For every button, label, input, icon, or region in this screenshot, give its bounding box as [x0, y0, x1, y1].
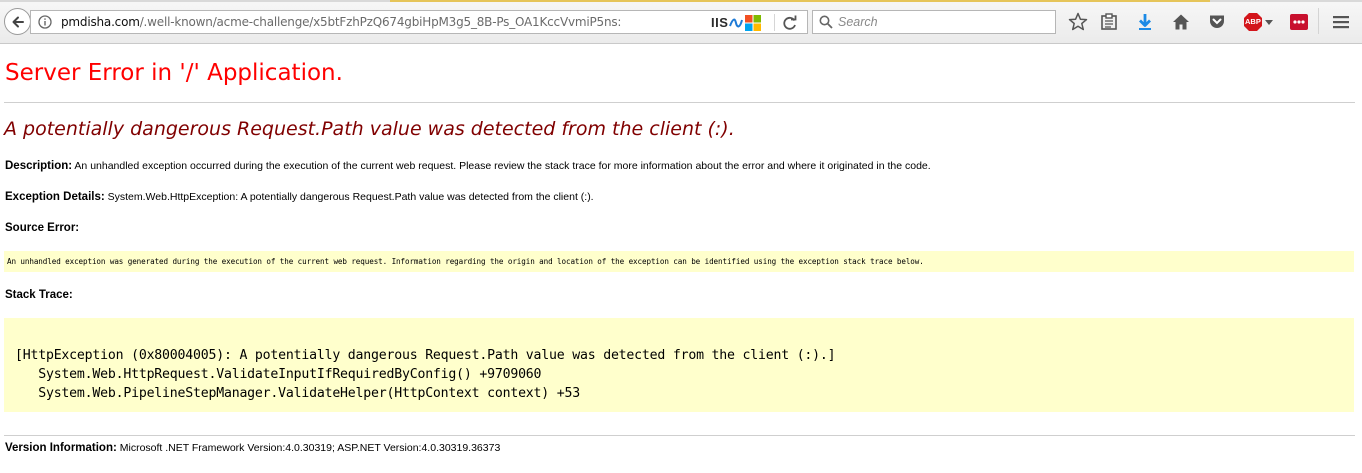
url-host: pmdisha.com [61, 15, 140, 29]
aspnet-wave-icon [729, 18, 744, 27]
stack-line: System.Web.HttpRequest.ValidateInputIfRe… [15, 367, 542, 382]
source-error-box: An unhandled exception was generated dur… [4, 251, 1354, 272]
adblock-plus-button[interactable]: ABP [1243, 12, 1273, 32]
iis-badge-text: IIS [711, 15, 729, 30]
title-divider [4, 102, 1355, 103]
version-paragraph: Version Information: Microsoft .NET Fram… [5, 442, 500, 454]
adblock-plus-label: ABP [1245, 17, 1261, 26]
site-info-icon[interactable] [38, 15, 52, 29]
home-icon[interactable] [1170, 11, 1192, 33]
version-text: Microsoft .NET Framework Version:4.0.303… [116, 442, 501, 454]
search-placeholder: Search [838, 15, 878, 29]
stack-line: [HttpException (0x80004005): A potential… [15, 348, 836, 363]
windows-logo-icon [745, 14, 762, 31]
description-label: Description: [5, 160, 73, 172]
back-arrow-icon [12, 16, 24, 27]
footer-divider [4, 435, 1355, 436]
iis-server-badge: IIS [711, 14, 762, 31]
url-text[interactable]: pmdisha.com/.well-known/acme-challenge/x… [61, 15, 621, 29]
description-text: An unhandled exception occurred during t… [72, 160, 931, 172]
exception-label: Exception Details: [5, 191, 105, 203]
url-bar-separator [774, 14, 775, 31]
browser-toolbar: pmdisha.com/.well-known/acme-challenge/x… [0, 0, 1362, 44]
source-error-heading: Source Error: [5, 222, 80, 234]
reading-list-icon[interactable] [1098, 11, 1120, 33]
search-icon [819, 15, 833, 29]
back-button[interactable] [4, 8, 31, 35]
source-error-text: An unhandled exception was generated dur… [7, 257, 924, 266]
url-bar[interactable]: pmdisha.com/.well-known/acme-challenge/x… [30, 10, 808, 34]
hamburger-menu-icon[interactable] [1330, 11, 1352, 33]
page-title: Server Error in '/' Application. [5, 60, 343, 86]
exception-paragraph: Exception Details: System.Web.HttpExcept… [5, 191, 594, 203]
download-icon[interactable] [1134, 11, 1156, 33]
version-label: Version Information: [5, 442, 117, 454]
toolbar-accent-edge [390, 0, 1210, 2]
chevron-down-icon [1265, 20, 1273, 25]
search-bar[interactable]: Search [812, 10, 1056, 34]
lastpass-icon[interactable] [1288, 11, 1310, 33]
exception-text: System.Web.HttpException: A potentially … [104, 191, 594, 203]
stack-trace-box: [HttpException (0x80004005): A potential… [4, 318, 1354, 412]
stack-line: System.Web.PipelineStepManager.ValidateH… [15, 386, 580, 401]
reload-icon[interactable] [781, 14, 799, 32]
bookmark-star-icon[interactable] [1067, 11, 1089, 33]
description-paragraph: Description: An unhandled exception occu… [5, 160, 931, 172]
url-path: /.well-known/acme-challenge/x5btFzhPzQ67… [139, 15, 622, 29]
toolbar-separator [1318, 8, 1319, 34]
stack-trace-heading: Stack Trace: [5, 289, 73, 301]
pocket-icon[interactable] [1206, 11, 1228, 33]
error-subtitle: A potentially dangerous Request.Path val… [4, 118, 735, 140]
